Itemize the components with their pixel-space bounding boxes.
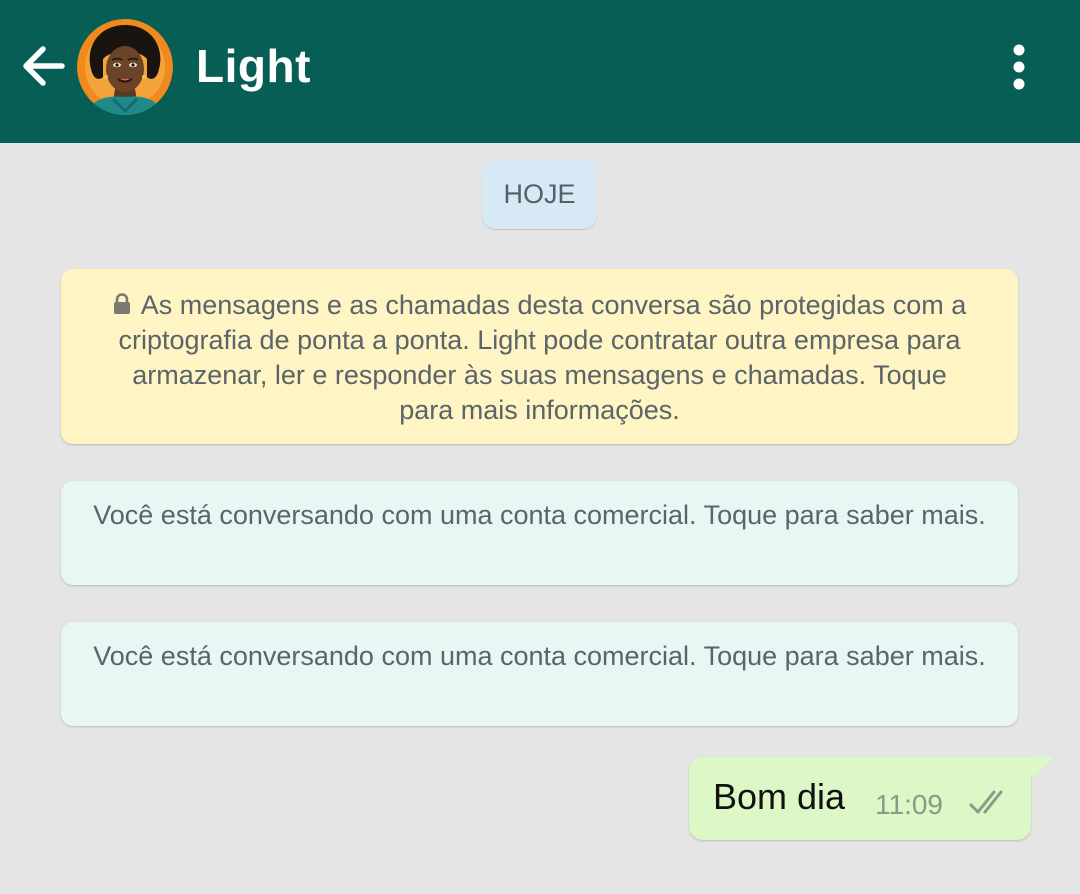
encryption-notice-text: As mensagens e as chamadas desta convers…: [118, 290, 967, 425]
arrow-left-icon: [23, 46, 65, 86]
business-account-notice[interactable]: Você está conversando com uma conta come…: [61, 622, 1018, 726]
more-options-button[interactable]: [1000, 40, 1038, 96]
message-time: 11:09: [875, 789, 943, 820]
avatar-image: [77, 19, 173, 115]
message-bubble-tail: [1030, 757, 1054, 781]
date-chip: HOJE: [482, 160, 597, 229]
more-vertical-icon: [1013, 44, 1025, 90]
encryption-notice[interactable]: As mensagens e as chamadas desta convers…: [61, 269, 1018, 444]
back-button[interactable]: [18, 40, 70, 92]
contact-avatar[interactable]: [77, 19, 173, 115]
business-account-notice[interactable]: Você está conversando com uma conta come…: [61, 481, 1018, 585]
chat-header: Light: [0, 0, 1080, 143]
double-check-icon: [969, 787, 1015, 817]
lock-icon: [113, 289, 131, 314]
message-text: Bom dia: [713, 776, 846, 817]
contact-name[interactable]: Light: [196, 38, 311, 94]
outgoing-message[interactable]: Bom dia 11:09: [689, 757, 1031, 840]
